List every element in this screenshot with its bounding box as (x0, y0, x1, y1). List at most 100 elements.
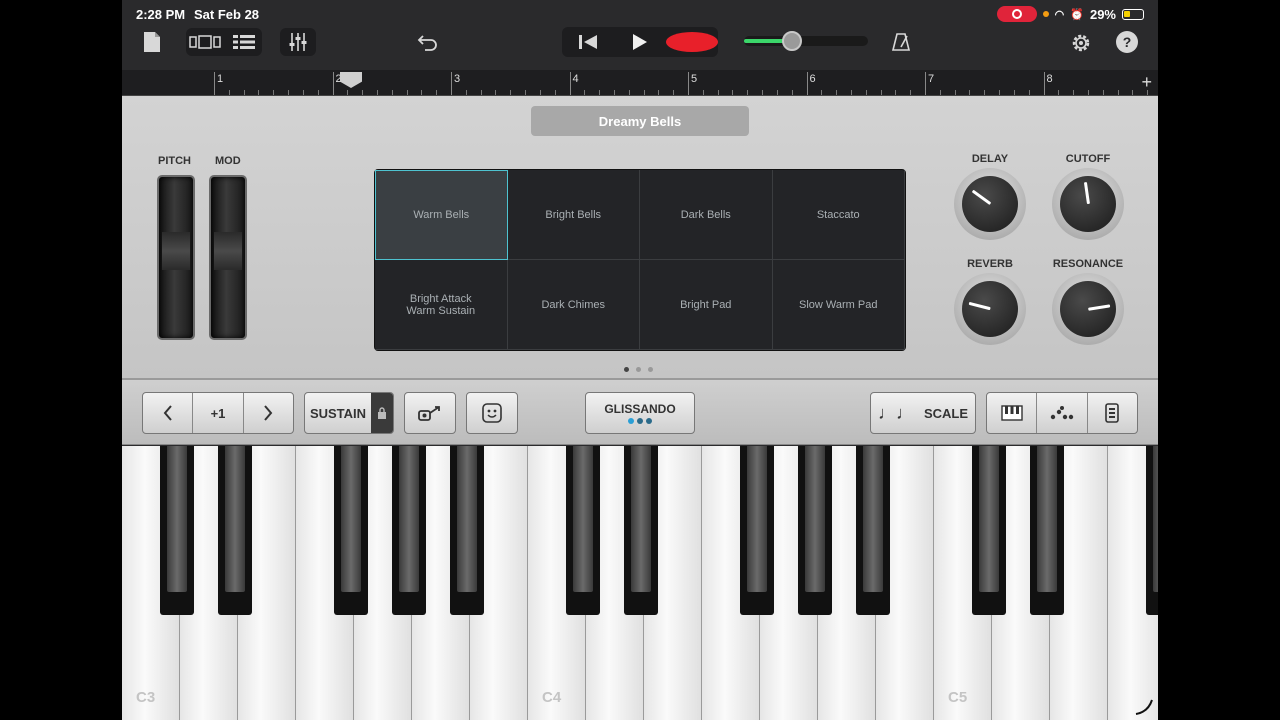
help-button[interactable]: ? (1116, 31, 1138, 53)
black-key[interactable] (160, 446, 194, 615)
battery-icon (1122, 8, 1144, 20)
ruler-tick (880, 90, 882, 95)
octave-label: C4 (542, 689, 562, 706)
volume-knob[interactable] (782, 31, 802, 51)
black-key[interactable] (972, 446, 1006, 615)
ruler-tick (258, 90, 260, 95)
scale-button[interactable]: ♩♩ SCALE (870, 392, 976, 434)
screen-recording-icon[interactable] (996, 6, 1037, 22)
glissando-label: GLISSANDO (604, 402, 676, 416)
preset-cell[interactable]: Warm Bells (375, 170, 508, 260)
ruler-tick (1102, 90, 1104, 95)
timeline-ruler[interactable]: 12345678 (122, 70, 1158, 96)
ruler-tick (628, 90, 630, 95)
octave-up-button[interactable] (244, 393, 293, 433)
ruler-tick (436, 90, 438, 95)
ruler-tick (1013, 90, 1015, 95)
preset-cell[interactable]: Bright Bells (507, 170, 640, 260)
record-button[interactable] (666, 27, 718, 57)
question-icon: ? (1122, 34, 1132, 50)
pitch-label: PITCH (158, 155, 191, 167)
mixer-button[interactable] (280, 28, 316, 56)
knob-cap (962, 176, 1018, 232)
preset-label: Bright Attack Warm Sustain (406, 292, 476, 317)
ruler-bar-line (925, 72, 926, 95)
cutoff-knob[interactable] (1052, 168, 1124, 240)
play-button[interactable] (614, 27, 666, 57)
arpeggio-layout-button[interactable] (1037, 393, 1088, 433)
sustain-lock-button[interactable] (371, 393, 393, 433)
preset-cell[interactable]: Bright Pad (640, 260, 773, 350)
browser-view-button[interactable] (188, 30, 222, 54)
page-dot[interactable] (624, 367, 629, 372)
black-key[interactable] (624, 446, 658, 615)
master-volume-slider[interactable] (744, 31, 868, 51)
ruler-tick (525, 90, 527, 95)
metronome-button[interactable] (888, 30, 914, 54)
page-dot[interactable] (648, 367, 653, 372)
black-key[interactable] (856, 446, 890, 615)
tracks-view-button[interactable] (228, 30, 260, 54)
black-key[interactable] (334, 446, 368, 615)
ruler-tick (362, 90, 364, 95)
preset-cell[interactable]: Slow Warm Pad (772, 260, 905, 350)
my-songs-button[interactable] (140, 30, 164, 54)
preset-cell[interactable]: Dark Bells (640, 170, 773, 260)
page-indicator[interactable] (624, 367, 653, 372)
add-section-button[interactable]: + (1141, 72, 1152, 93)
ruler-tick (954, 90, 956, 95)
ruler-tick (465, 90, 467, 95)
glissando-mode-dots (628, 418, 652, 424)
ruler-tick (776, 90, 778, 95)
ruler-tick (984, 90, 986, 95)
ruler-bar-number: 8 (1046, 73, 1053, 85)
black-key[interactable] (218, 446, 252, 615)
resize-handle-icon[interactable] (1134, 698, 1154, 716)
preset-label: Staccato (816, 208, 860, 221)
knob-cap (1060, 281, 1116, 337)
black-key[interactable] (1030, 446, 1064, 615)
ruler-tick (969, 90, 971, 95)
ruler-tick (762, 90, 764, 95)
patch-name-button[interactable]: Dreamy Bells (531, 106, 749, 136)
ruler-bar-number: 5 (691, 73, 698, 85)
mod-wheel[interactable] (209, 175, 247, 340)
black-key[interactable] (566, 446, 600, 615)
glissando-button[interactable]: GLISSANDO (585, 392, 695, 434)
arpeggiator-button[interactable] (404, 392, 456, 434)
preset-cell[interactable]: Staccato (772, 170, 905, 260)
black-key[interactable] (798, 446, 832, 615)
undo-button[interactable] (414, 30, 442, 54)
preset-cell[interactable]: Bright Attack Warm Sustain (375, 260, 508, 350)
black-key[interactable] (740, 446, 774, 615)
ruler-bar-line (451, 72, 452, 95)
resonance-knob[interactable] (1052, 273, 1124, 345)
reverb-knob[interactable] (954, 273, 1026, 345)
ruler-tick (999, 90, 1001, 95)
status-time: 2:28 PM (136, 7, 186, 22)
mod-label: MOD (215, 155, 241, 167)
sustain-button[interactable]: SUSTAIN (304, 392, 394, 434)
keyboard-layout-group (986, 392, 1138, 434)
delay-knob[interactable] (954, 168, 1026, 240)
ruler-tick (495, 90, 497, 95)
black-key[interactable] (392, 446, 426, 615)
ruler-bar-number: 3 (454, 73, 461, 85)
black-key[interactable] (1146, 446, 1158, 615)
octave-down-button[interactable] (143, 393, 194, 433)
go-to-beginning-button[interactable] (562, 27, 614, 57)
preset-label: Dark Chimes (541, 298, 606, 311)
mixer-icon (289, 33, 307, 51)
keyboard-control-panel: Dreamy Bells PITCH MOD Warm Bells Bright … (122, 96, 1158, 380)
keyboard-layout-button[interactable] (987, 393, 1038, 433)
ruler-tick (791, 90, 793, 95)
keyboard-controls-toggle-button[interactable] (1088, 393, 1137, 433)
ruler-tick (1087, 90, 1089, 95)
preset-cell[interactable]: Dark Chimes (507, 260, 640, 350)
smart-controls-button[interactable] (466, 392, 518, 434)
settings-button[interactable] (1068, 30, 1094, 56)
chevron-left-icon (163, 405, 172, 421)
black-key[interactable] (450, 446, 484, 615)
page-dot[interactable] (636, 367, 641, 372)
pitch-wheel[interactable] (157, 175, 195, 340)
